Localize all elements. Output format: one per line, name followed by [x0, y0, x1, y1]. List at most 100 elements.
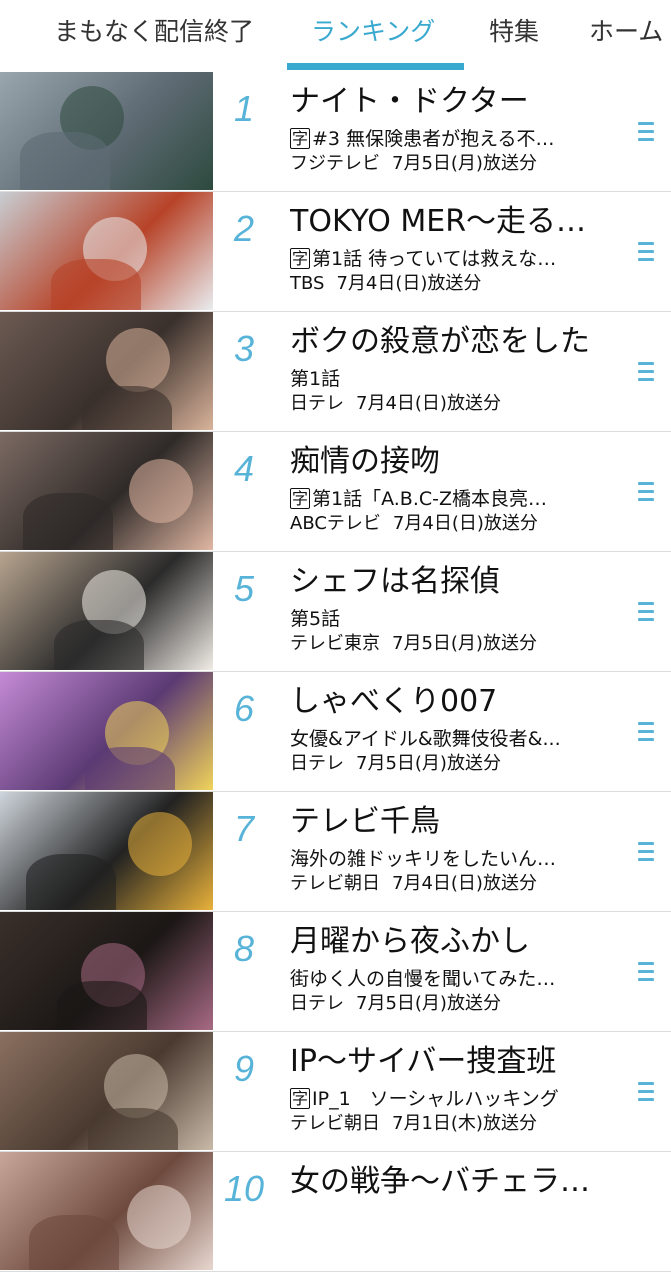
channel-name: 日テレ — [290, 993, 344, 1014]
ranking-row[interactable]: 4 痴情の接吻 字第1話「A.B.C-Z橋本良亮… ABCテレビ 7月4日(日)放… — [0, 432, 671, 552]
program-title[interactable]: IP～サイバー捜査班 — [290, 1042, 612, 1082]
broadcast-date: 7月5日(月)放送分 — [356, 993, 501, 1014]
rank-number: 4 — [233, 448, 255, 489]
rank-number: 8 — [233, 928, 255, 969]
episode-subtitle: 字第1話「A.B.C-Z橋本良亮… — [290, 486, 612, 512]
ranking-list: 1 ナイト・ドクター 字 #3 無保険患者が抱える不… フジテレビ 7月5日(月)放… — [0, 72, 671, 1272]
channel-name: テレビ朝日 — [290, 1113, 380, 1134]
episode-subtitle: 字 IP_1 ソーシャルハッキング — [290, 1086, 612, 1112]
tab-ending-soon[interactable]: まもなく配信終了 — [54, 14, 254, 54]
broadcast-date: 7月4日(日)放送分 — [356, 393, 501, 414]
rank-number: 10 — [223, 1168, 265, 1209]
broadcast-info: ABCテレビ 7月4日(日)放送分 — [290, 512, 612, 536]
episode-subtitle: 字 #3 無保険患者が抱える不… — [290, 126, 612, 152]
ranking-row[interactable]: 5 シェフは名探偵 第5話 テレビ東京 7月5日(月)放送分 — [0, 552, 671, 672]
program-title[interactable]: 女の戦争～バチェラ… — [290, 1162, 612, 1202]
program-thumbnail[interactable] — [0, 432, 213, 550]
episode-label: 第1話 — [290, 368, 341, 390]
broadcast-info: テレビ東京 7月5日(月)放送分 — [290, 632, 612, 656]
episode-label: 海外の雑ドッキリをしたいん… — [290, 848, 557, 870]
menu-icon[interactable] — [638, 122, 656, 144]
broadcast-date: 7月5日(月)放送分 — [392, 633, 537, 654]
caption-badge: 字 — [290, 248, 311, 269]
menu-icon[interactable] — [638, 602, 656, 624]
channel-name: 日テレ — [290, 393, 344, 414]
episode-subtitle: 女優&アイドル&歌舞伎役者&... — [290, 726, 612, 752]
program-thumbnail[interactable] — [0, 792, 213, 910]
broadcast-date: 7月5日(月)放送分 — [356, 753, 501, 774]
program-title[interactable]: シェフは名探偵 — [290, 562, 612, 602]
rank-number: 6 — [233, 688, 255, 729]
broadcast-date: 7月4日(日)放送分 — [392, 873, 537, 894]
episode-subtitle: 海外の雑ドッキリをしたいん… — [290, 846, 612, 872]
program-title[interactable]: 月曜から夜ふかし — [290, 922, 612, 962]
broadcast-info: テレビ朝日 7月4日(日)放送分 — [290, 872, 612, 896]
broadcast-date: 7月1日(木)放送分 — [392, 1113, 537, 1134]
menu-icon[interactable] — [638, 722, 656, 744]
program-thumbnail[interactable] — [0, 72, 213, 190]
episode-subtitle: 字第1話 待っていては救えな… — [290, 246, 612, 272]
channel-name: テレビ朝日 — [290, 873, 380, 894]
rank-number: 9 — [233, 1048, 255, 1089]
caption-badge: 字 — [290, 128, 311, 149]
program-title[interactable]: TOKYO MER～走る… — [290, 202, 612, 242]
channel-name: TBS — [290, 273, 325, 294]
caption-badge: 字 — [290, 1088, 311, 1109]
menu-icon[interactable] — [638, 1082, 656, 1104]
episode-label: 第5話 — [290, 608, 341, 630]
broadcast-info: フジテレビ 7月5日(月)放送分 — [290, 152, 612, 176]
episode-label: 第1話 待っていては救えな… — [312, 248, 557, 270]
program-thumbnail[interactable] — [0, 312, 213, 430]
ranking-row[interactable]: 10 女の戦争～バチェラ… — [0, 1152, 671, 1272]
rank-number: 1 — [233, 88, 255, 129]
program-thumbnail[interactable] — [0, 672, 213, 790]
broadcast-info — [290, 1232, 612, 1256]
program-title[interactable]: 痴情の接吻 — [290, 442, 612, 482]
menu-icon[interactable] — [638, 362, 656, 384]
episode-subtitle: 街ゆく人の自慢を聞いてみた… — [290, 966, 612, 992]
broadcast-info: 日テレ 7月5日(月)放送分 — [290, 992, 612, 1016]
menu-icon[interactable] — [638, 482, 656, 504]
ranking-row[interactable]: 2 TOKYO MER～走る… 字第1話 待っていては救えな… TBS 7月4日(… — [0, 192, 671, 312]
menu-icon[interactable] — [638, 242, 656, 264]
ranking-row[interactable]: 3 ボクの殺意が恋をした 第1話 日テレ 7月4日(日)放送分 — [0, 312, 671, 432]
ranking-row[interactable]: 1 ナイト・ドクター 字 #3 無保険患者が抱える不… フジテレビ 7月5日(月)放… — [0, 72, 671, 192]
program-title[interactable]: テレビ千鳥 — [290, 802, 612, 842]
program-title[interactable]: ボクの殺意が恋をした — [290, 322, 612, 362]
episode-label: #3 無保険患者が抱える不… — [312, 128, 555, 150]
episode-label: 第1話「A.B.C-Z橋本良亮… — [312, 488, 548, 510]
channel-name: 日テレ — [290, 753, 344, 774]
program-thumbnail[interactable] — [0, 912, 213, 1030]
ranking-row[interactable]: 6 しゃべくり007 女優&アイドル&歌舞伎役者&... 日テレ 7月5日(月)放… — [0, 672, 671, 792]
episode-subtitle: 第5話 — [290, 606, 612, 632]
tab-features[interactable]: 特集 — [489, 14, 539, 54]
program-title[interactable]: ナイト・ドクター — [290, 82, 612, 122]
menu-icon[interactable] — [638, 842, 656, 864]
active-tab-indicator — [287, 63, 464, 70]
program-thumbnail[interactable] — [0, 192, 213, 310]
broadcast-info: 日テレ 7月5日(月)放送分 — [290, 752, 612, 776]
broadcast-date: 7月4日(日)放送分 — [392, 513, 538, 534]
episode-label: 女優&アイドル&歌舞伎役者&... — [290, 728, 561, 750]
program-thumbnail[interactable] — [0, 1032, 213, 1150]
rank-number: 3 — [233, 328, 255, 369]
ranking-row[interactable]: 8 月曜から夜ふかし 街ゆく人の自慢を聞いてみた… 日テレ 7月5日(月)放送分 — [0, 912, 671, 1032]
channel-name: テレビ東京 — [290, 633, 380, 654]
broadcast-info: 日テレ 7月4日(日)放送分 — [290, 392, 612, 416]
top-tab-bar: まもなく配信終了 ランキング 特集 ホーム — [0, 0, 671, 72]
episode-label: 街ゆく人の自慢を聞いてみた… — [290, 968, 556, 990]
rank-number: 7 — [233, 808, 255, 849]
channel-name: ABCテレビ — [290, 513, 381, 534]
ranking-row[interactable]: 7 テレビ千鳥 海外の雑ドッキリをしたいん… テレビ朝日 7月4日(日)放送分 — [0, 792, 671, 912]
program-thumbnail[interactable] — [0, 552, 213, 670]
broadcast-date: 7月4日(日)放送分 — [336, 273, 482, 294]
menu-icon[interactable] — [638, 962, 656, 984]
broadcast-date: 7月5日(月)放送分 — [392, 153, 537, 174]
program-thumbnail[interactable] — [0, 1152, 213, 1270]
program-title[interactable]: しゃべくり007 — [290, 682, 612, 722]
broadcast-info: テレビ朝日 7月1日(木)放送分 — [290, 1112, 612, 1136]
tab-home[interactable]: ホーム — [589, 14, 663, 54]
rank-number: 2 — [233, 208, 255, 249]
ranking-row[interactable]: 9 IP～サイバー捜査班 字 IP_1 ソーシャルハッキング テレビ朝日 7月1日(… — [0, 1032, 671, 1152]
tab-ranking[interactable]: ランキング — [311, 14, 435, 54]
